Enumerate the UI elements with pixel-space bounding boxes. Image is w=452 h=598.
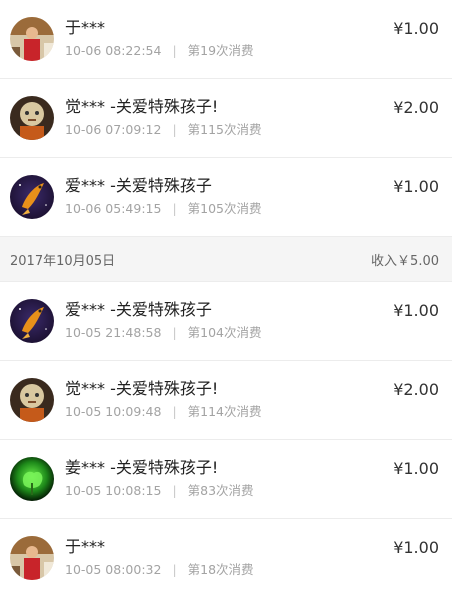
- record-count: 第18次消费: [187, 562, 254, 577]
- record-count: 第105次消费: [187, 201, 262, 216]
- avatar[interactable]: [10, 299, 54, 343]
- list-item[interactable]: 觉*** -关爱特殊孩子! 10-05 10:09:48 | 第114次消费 ¥2.…: [0, 361, 452, 440]
- donor-name: 觉*** -关爱特殊孩子!: [65, 97, 219, 116]
- record-time: 10-05 21:48:58: [65, 325, 162, 340]
- record-count: 第114次消费: [187, 404, 262, 419]
- record-time: 10-06 08:22:54: [65, 43, 162, 58]
- record-amount: ¥1.00: [393, 301, 439, 320]
- avatar[interactable]: [10, 96, 54, 140]
- avatar-koi-icon: [10, 299, 54, 343]
- list-item[interactable]: 爱*** -关爱特殊孩子 10-05 21:48:58 | 第104次消费 ¥1.0…: [0, 282, 452, 361]
- donor-name: 爱*** -关爱特殊孩子: [65, 176, 212, 195]
- separator: |: [172, 122, 177, 137]
- donation-list: 于*** 10-06 08:22:54 | 第19次消费 ¥1.00 觉*** -关…: [0, 0, 452, 598]
- record-count: 第104次消费: [187, 325, 262, 340]
- record-count: 第19次消费: [187, 43, 254, 58]
- avatar-photo-red-icon: [10, 536, 54, 580]
- avatar[interactable]: [10, 536, 54, 580]
- record-time: 10-05 10:09:48: [65, 404, 162, 419]
- record-meta: 10-06 08:22:54 | 第19次消费: [65, 42, 254, 60]
- avatar[interactable]: [10, 457, 54, 501]
- separator: |: [172, 562, 177, 577]
- avatar[interactable]: [10, 17, 54, 61]
- donor-name: 于***: [65, 18, 106, 37]
- avatar[interactable]: [10, 378, 54, 422]
- list-item[interactable]: 觉*** -关爱特殊孩子! 10-06 07:09:12 | 第115次消费 ¥2.…: [0, 79, 452, 158]
- record-meta: 10-05 21:48:58 | 第104次消费: [65, 324, 262, 342]
- avatar-photo-red-icon: [10, 17, 54, 61]
- date-header: 2017年10月05日 收入￥5.00: [0, 237, 452, 282]
- record-time: 10-06 05:49:15: [65, 201, 162, 216]
- record-amount: ¥1.00: [393, 538, 439, 557]
- record-amount: ¥1.00: [393, 177, 439, 196]
- record-time: 10-05 10:08:15: [65, 483, 162, 498]
- list-item[interactable]: 于*** 10-06 08:22:54 | 第19次消费 ¥1.00: [0, 0, 452, 79]
- donor-name: 爱*** -关爱特殊孩子: [65, 300, 212, 319]
- avatar[interactable]: [10, 175, 54, 219]
- record-time: 10-05 08:00:32: [65, 562, 162, 577]
- avatar-green-plant-icon: [10, 457, 54, 501]
- donor-name: 于***: [65, 537, 106, 556]
- avatar-koi-icon: [10, 175, 54, 219]
- avatar-monk-icon: [10, 378, 54, 422]
- date-header-date: 2017年10月05日: [10, 254, 116, 269]
- record-meta: 10-05 08:00:32 | 第18次消费: [65, 561, 254, 579]
- donor-name: 姜*** -关爱特殊孩子!: [65, 458, 219, 477]
- separator: |: [172, 325, 177, 340]
- donor-name: 觉*** -关爱特殊孩子!: [65, 379, 219, 398]
- record-count: 第115次消费: [187, 122, 262, 137]
- record-amount: ¥1.00: [393, 459, 439, 478]
- record-amount: ¥1.00: [393, 19, 439, 38]
- avatar-monk-icon: [10, 96, 54, 140]
- record-amount: ¥2.00: [393, 98, 439, 117]
- record-meta: 10-06 07:09:12 | 第115次消费: [65, 121, 262, 139]
- separator: |: [172, 483, 177, 498]
- separator: |: [172, 43, 177, 58]
- record-meta: 10-05 10:08:15 | 第83次消费: [65, 482, 254, 500]
- list-item[interactable]: 爱*** -关爱特殊孩子 10-06 05:49:15 | 第105次消费 ¥1.0…: [0, 158, 452, 237]
- separator: |: [172, 201, 177, 216]
- record-meta: 10-06 05:49:15 | 第105次消费: [65, 200, 262, 218]
- record-meta: 10-05 10:09:48 | 第114次消费: [65, 403, 262, 421]
- record-amount: ¥2.00: [393, 380, 439, 399]
- record-time: 10-06 07:09:12: [65, 122, 162, 137]
- list-item[interactable]: 于*** 10-05 08:00:32 | 第18次消费 ¥1.00: [0, 519, 452, 598]
- separator: |: [172, 404, 177, 419]
- list-item[interactable]: 姜*** -关爱特殊孩子! 10-05 10:08:15 | 第83次消费 ¥1.0…: [0, 440, 452, 519]
- date-header-income: 收入￥5.00: [371, 254, 439, 269]
- record-count: 第83次消费: [187, 483, 254, 498]
